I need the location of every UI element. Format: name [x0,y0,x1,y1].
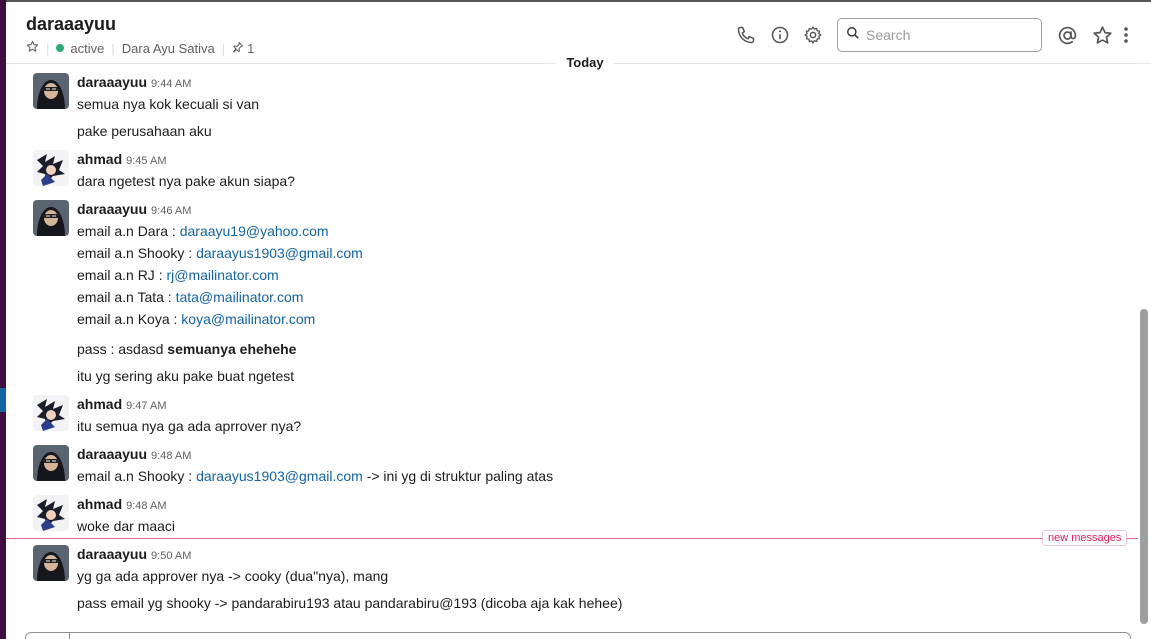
email-link[interactable]: daraayu19@yahoo.com [180,223,329,239]
new-messages-divider [6,538,1138,539]
message-author[interactable]: daraaayuu 9:50 AM [77,546,191,565]
search-input[interactable] [866,27,1026,43]
day-divider: Today [6,54,1151,74]
message-text: email a.n Dara : daraayu19@yahoo.com [77,222,329,240]
message-composer[interactable] [25,632,1131,639]
new-messages-label: new messages [1042,530,1128,546]
author-name[interactable]: daraaayuu [77,201,147,217]
message-text: pake perusahaan aku [77,123,212,139]
author-name[interactable]: ahmad [77,151,122,167]
message-author[interactable]: daraaayuu 9:46 AM [77,201,191,220]
message-timestamp[interactable]: 9:47 AM [126,400,166,412]
phone-icon[interactable] [735,24,757,46]
scrollbar-thumb[interactable] [1140,309,1148,624]
message-timestamp[interactable]: 9:44 AM [151,78,191,90]
day-divider-label: Today [556,54,614,72]
gear-icon[interactable] [802,24,824,46]
pass-bold-text: semuanya ehehehe [167,341,297,357]
message-text: email a.n Shooky : daraayus1903@gmail.co… [77,467,553,485]
author-name[interactable]: daraaayuu [77,546,147,562]
email-label: email a.n Shooky : [77,245,197,261]
email-label: email a.n Tata : [77,289,176,305]
message-timestamp[interactable]: 9:46 AM [151,205,191,217]
message-suffix: -> ini yg di struktur paling atas [362,468,554,484]
message-text: email a.n Koya : koya@mailinator.com [77,310,315,328]
email-link[interactable]: rj@mailinator.com [166,267,278,283]
presence-dot-icon [56,44,65,52]
mentions-icon[interactable] [1056,24,1078,46]
message-author[interactable]: ahmad 9:47 AM [77,396,166,415]
divider-line [610,63,1138,64]
search-icon [846,26,860,45]
pass-label: pass : asdasd [77,341,168,357]
message-timestamp[interactable]: 9:45 AM [126,155,166,167]
message-text: woke dar maaci [77,518,176,534]
message-author[interactable]: daraaayuu 9:44 AM [77,74,191,93]
avatar[interactable] [33,445,69,481]
more-actions-icon[interactable] [1120,24,1132,46]
email-label: email a.n RJ : [77,267,167,283]
message-text: semua nya kok kecuali si van [77,96,260,112]
message-text: pass : asdasd semuanya ehehehe [77,340,296,358]
workspace-sidebar-edge [0,0,6,639]
avatar[interactable] [33,395,69,431]
message-text: email a.n Shooky : daraayus1903@gmail.co… [77,244,363,262]
message-timestamp[interactable]: 9:48 AM [151,450,191,462]
message-text: email a.n RJ : rj@mailinator.com [77,266,279,284]
author-name[interactable]: ahmad [77,396,122,412]
author-name[interactable]: daraaayuu [77,74,147,90]
message-text: dara ngetest nya pake akun siapa? [77,173,295,189]
author-name[interactable]: daraaayuu [77,446,147,462]
message-timestamp[interactable]: 9:48 AM [126,500,166,512]
divider-line [6,63,546,64]
avatar[interactable] [33,495,69,531]
message-author[interactable]: ahmad 9:48 AM [77,496,166,515]
starred-items-icon[interactable] [1091,24,1113,46]
message-text: pass email yg shooky -> pandarabiru193 a… [77,595,623,611]
message-timestamp[interactable]: 9:50 AM [151,550,191,562]
message-author[interactable]: daraaayuu 9:48 AM [77,446,191,465]
info-icon[interactable] [769,24,791,46]
search-box[interactable] [837,18,1042,52]
sidebar-selection-indicator [0,388,6,412]
avatar[interactable] [33,73,69,109]
avatar[interactable] [33,545,69,581]
avatar[interactable] [33,200,69,236]
attach-button[interactable] [26,633,70,639]
email-label: email a.n Shooky : [77,468,197,484]
message-text: email a.n Tata : tata@mailinator.com [77,288,303,306]
channel-title[interactable]: daraaayuu [26,14,116,35]
email-label: email a.n Dara : [77,223,180,239]
avatar[interactable] [33,150,69,186]
message-text: itu yg sering aku pake buat ngetest [77,368,295,384]
message-text: yg ga ada approver nya -> cooky (dua"nya… [77,568,389,584]
email-label: email a.n Koya : [77,311,182,327]
email-link[interactable]: tata@mailinator.com [176,289,304,305]
email-link[interactable]: koya@mailinator.com [181,311,315,327]
message-author[interactable]: ahmad 9:45 AM [77,151,166,170]
message-text: itu semua nya ga ada aprrover nya? [77,418,302,434]
email-link[interactable]: daraayus1903@gmail.com [196,468,363,484]
author-name[interactable]: ahmad [77,496,122,512]
email-link[interactable]: daraayus1903@gmail.com [196,245,363,261]
